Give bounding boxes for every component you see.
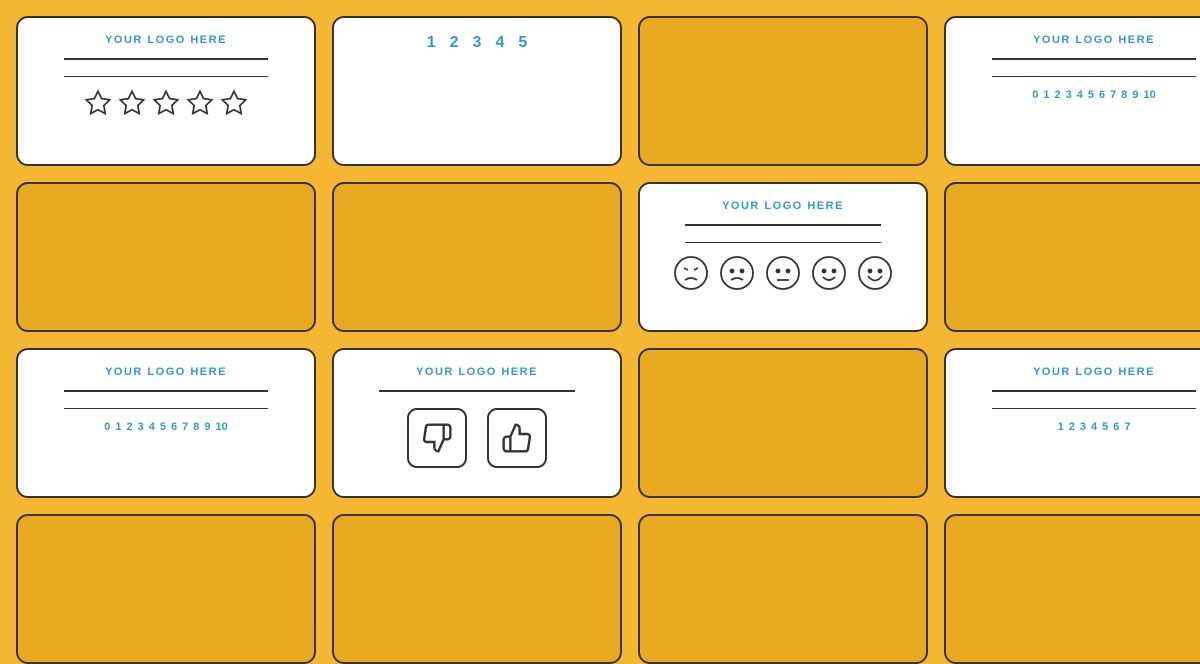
card-gold-1 (16, 182, 316, 332)
scale-0-10-b: 0 1 2 3 4 5 6 7 8 9 10 (1032, 89, 1156, 101)
star-2 (118, 89, 146, 117)
card-gold-4 (332, 514, 622, 664)
scale-1-5: 1 2 3 4 5 (427, 34, 528, 52)
logo-text-5: YOUR LOGO HERE (722, 200, 844, 212)
card-gold-2 (16, 514, 316, 664)
divider-9 (685, 224, 882, 226)
divider-2 (64, 76, 269, 78)
card-logo-thumbs: YOUR LOGO HERE (332, 348, 622, 498)
card-logo-scale-0-10-b: YOUR LOGO HERE 0 1 2 3 4 5 6 7 8 9 10 (944, 16, 1200, 166)
divider-1 (64, 58, 269, 60)
card-gold-3 (332, 182, 622, 332)
divider-13 (992, 390, 1197, 392)
star-4 (186, 89, 214, 117)
logo-text-3: YOUR LOGO HERE (105, 366, 227, 378)
star-3 (152, 89, 180, 117)
thumbs-up-button[interactable] (487, 408, 547, 468)
thumb-buttons (407, 408, 547, 468)
card-logo-emoji: YOUR LOGO HERE (638, 182, 928, 332)
logo-text-7: YOUR LOGO HERE (1033, 366, 1155, 378)
divider-11 (992, 58, 1197, 60)
logo-text-1: YOUR LOGO HERE (105, 34, 227, 46)
star-1 (84, 89, 112, 117)
divider-14 (992, 408, 1197, 410)
divider-6 (64, 408, 269, 410)
scale-0-10-a: 0 1 2 3 4 5 6 7 8 9 10 (104, 421, 228, 433)
card-gold-5 (638, 16, 928, 166)
card-gold-8 (944, 182, 1200, 332)
thumbs-down-button[interactable] (407, 408, 467, 468)
emoji-neutral (765, 255, 801, 291)
divider-12 (992, 76, 1197, 78)
card-gold-7 (638, 514, 928, 664)
divider-7 (379, 390, 576, 392)
card-logo-stars: YOUR LOGO HERE (16, 16, 316, 166)
emoji-sad (719, 255, 755, 291)
logo-text-6: YOUR LOGO HERE (1033, 34, 1155, 46)
main-grid: YOUR LOGO HERE (0, 0, 1200, 630)
star-5 (220, 89, 248, 117)
star-rating (84, 89, 248, 117)
logo-text-4: YOUR LOGO HERE (416, 366, 538, 378)
emoji-very-happy (857, 255, 893, 291)
emoji-happy (811, 255, 847, 291)
card-gold-9 (944, 514, 1200, 664)
scale-1-7: 1 2 3 4 5 6 7 (1058, 421, 1131, 433)
divider-5 (64, 390, 269, 392)
card-scale-1-5: 1 2 3 4 5 (332, 16, 622, 166)
emoji-scale (673, 255, 893, 291)
card-gold-6 (638, 348, 928, 498)
card-logo-scale-1-7: YOUR LOGO HERE 1 2 3 4 5 6 7 (944, 348, 1200, 498)
card-logo-scale-0-10-a: YOUR LOGO HERE 0 1 2 3 4 5 6 7 8 9 10 (16, 348, 316, 498)
divider-10 (685, 242, 882, 244)
emoji-angry (673, 255, 709, 291)
